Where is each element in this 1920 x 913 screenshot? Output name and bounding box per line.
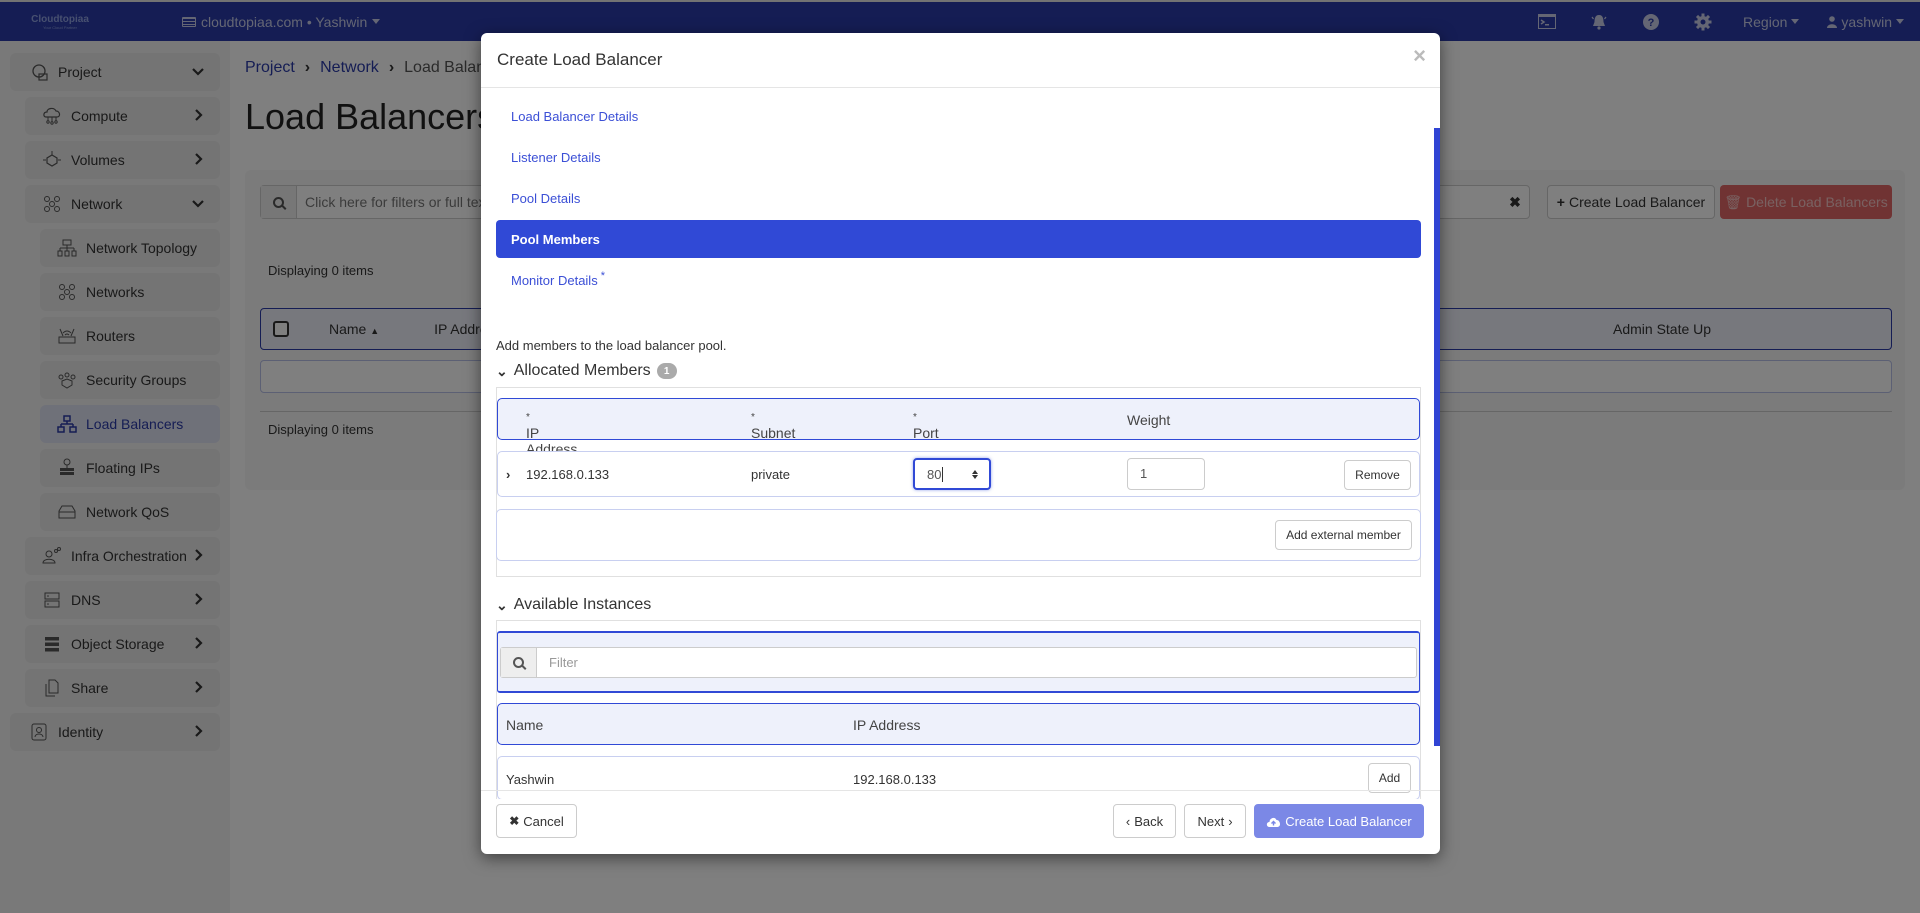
create-load-balancer-submit[interactable]: Create Load Balancer <box>1254 804 1424 838</box>
filter-placeholder: Filter <box>549 655 578 670</box>
allocated-member-row: › 192.168.0.133 private 80 1 Remove <box>497 451 1420 497</box>
back-label: Back <box>1134 813 1164 829</box>
step-pool-details[interactable]: Pool Details <box>496 179 1421 217</box>
create-load-balancer-modal: Create Load Balancer × Load Balancer Det… <box>481 33 1440 854</box>
next-label: Next <box>1197 813 1225 829</box>
modal-scrollbar[interactable] <box>1434 128 1440 746</box>
allocated-table-header: IP Address * Subnet * Port * Weight <box>497 398 1420 457</box>
chevron-right-icon: › <box>1228 813 1233 829</box>
col-subnet: Subnet * <box>751 412 796 441</box>
col-port: Port * <box>913 412 939 441</box>
available-instances-title: Available Instances <box>513 596 652 613</box>
chevron-left-icon: ‹ <box>1125 813 1131 829</box>
available-filter-band: Filter <box>497 631 1420 693</box>
cancel-button[interactable]: ✖ Cancel <box>496 804 577 838</box>
add-instance-button[interactable]: Add <box>1368 763 1411 793</box>
step-listener-details[interactable]: Listener Details <box>496 138 1421 176</box>
available-table-header: Name IP Address <box>497 703 1420 745</box>
modal-footer: ✖ Cancel ‹ Back Next › Create Load Balan… <box>481 790 1440 854</box>
close-icon: ✖ <box>509 814 520 828</box>
next-button[interactable]: Next › <box>1184 804 1246 838</box>
step-pool-members[interactable]: Pool Members <box>496 220 1421 258</box>
create-label: Create Load Balancer <box>1285 813 1412 829</box>
col-name: Name <box>506 717 544 733</box>
search-icon <box>501 648 537 677</box>
available-instances-toggle[interactable]: ⌄ Available Instances <box>496 596 651 614</box>
step-load-balancer-details[interactable]: Load Balancer Details <box>496 97 1421 135</box>
allocated-members-toggle[interactable]: ⌄ Allocated Members 1 <box>496 362 677 380</box>
port-input[interactable]: 80 <box>913 458 991 490</box>
add-external-member-button[interactable]: Add external member <box>1275 520 1412 550</box>
col-ip: IP Address <box>853 717 921 733</box>
instance-ip: 192.168.0.133 <box>853 772 937 787</box>
help-text: Add members to the load balancer pool. <box>496 338 727 353</box>
member-ip: 192.168.0.133 <box>526 467 610 482</box>
close-icon[interactable]: × <box>1413 43 1426 69</box>
external-member-row: Add external member <box>496 509 1421 561</box>
remove-member-button[interactable]: Remove <box>1344 460 1411 490</box>
step-monitor-details[interactable]: Monitor Details * <box>496 261 1421 299</box>
required-marker: * <box>600 270 605 282</box>
available-filter-input[interactable]: Filter <box>500 647 1417 678</box>
cloud-upload-icon <box>1267 817 1281 827</box>
allocated-members-title: Allocated Members <box>513 362 651 379</box>
weight-input[interactable]: 1 <box>1127 458 1205 490</box>
modal-header: Create Load Balancer × <box>481 33 1440 88</box>
chevron-down-icon: ⌄ <box>496 362 508 379</box>
stepper-icon[interactable] <box>969 468 981 480</box>
member-subnet: private <box>751 467 791 482</box>
back-button[interactable]: ‹ Back <box>1113 804 1176 838</box>
col-weight: Weight <box>1127 412 1171 428</box>
expand-row-icon[interactable]: › <box>506 467 510 482</box>
allocated-count-badge: 1 <box>656 363 677 379</box>
available-instances-table: Filter Name IP Address Yashwin 192.168.0… <box>496 620 1421 799</box>
weight-value: 1 <box>1140 466 1148 481</box>
port-value: 80 <box>927 467 942 482</box>
modal-title: Create Load Balancer <box>497 50 663 69</box>
modal-body: Load Balancer Details Listener Details P… <box>481 89 1440 799</box>
cancel-label: Cancel <box>523 813 564 829</box>
instance-name: Yashwin <box>506 772 555 787</box>
chevron-down-icon: ⌄ <box>496 596 508 613</box>
col-ip-address: IP Address * <box>526 412 578 457</box>
wizard-steps: Load Balancer Details Listener Details P… <box>496 89 1421 299</box>
